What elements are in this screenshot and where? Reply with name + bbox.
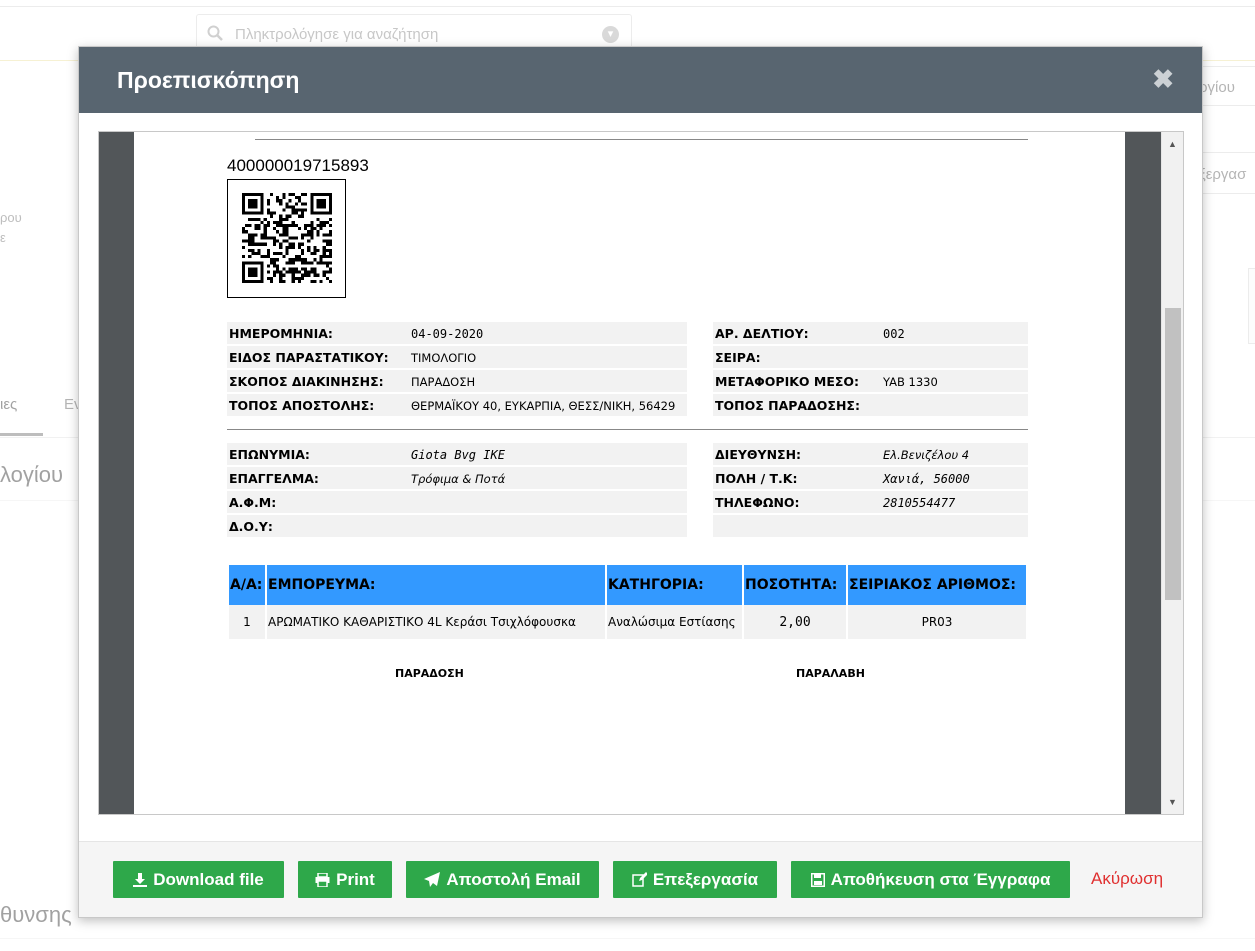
info-row-vehicle: ΜΕΤΑΦΟΡΙΚΟ ΜΕΣΟ: YAB 1330 [713, 370, 1028, 392]
cell-item: ΑΡΩΜΑΤΙΚΟ ΚΑΘΑΡΙΣΤΙΚΟ 4L Κεράσι Τσιχλόφο… [267, 605, 605, 639]
save-to-documents-button[interactable]: Αποθήκευση στα Έγγραφα [791, 861, 1070, 898]
customer-row-name: ΕΠΩΝΥΜΙΑ: Giota Bvg IKE [227, 443, 687, 465]
info-row-destination: ΤΟΠΟΣ ΠΑΡΑΔΟΣΗΣ: [713, 394, 1028, 416]
viewer-margin-right [1125, 132, 1161, 814]
close-icon[interactable]: ✖ [1152, 64, 1174, 95]
send-email-button[interactable]: Αποστολή Email [406, 861, 599, 898]
col-header-serial: ΣΕΙΡΙΑΚΟΣ ΑΡΙΘΜΟΣ: [848, 565, 1026, 605]
cell-quantity: 2,00 [744, 605, 846, 639]
customer-row-tax-office: Δ.Ο.Υ: [227, 515, 687, 537]
edit-button[interactable]: Επεξεργασία [613, 861, 777, 898]
customer-row-vat: Α.Φ.Μ: [227, 491, 687, 513]
print-icon [315, 872, 330, 887]
customer-row-profession: ΕΠΑΓΓΕΛΜΑ: Τρόφιμα & Ποτά [227, 467, 687, 489]
modal-body: 400000019715893 ΗΜΕΡΟΜΗΝΙΑ: 04-09-2020 Ε… [79, 113, 1202, 841]
modal-footer: Download file Print Αποστολή Email Επεξε… [79, 841, 1202, 917]
signature-receipt: ΠΑΡΑΛΑΒΗ [796, 667, 865, 680]
modal-header: Προεπισκόπηση ✖ [79, 47, 1202, 113]
barcode-number: 400000019715893 [227, 156, 369, 175]
print-button[interactable]: Print [298, 861, 392, 898]
cell-category: Αναλώσιμα Εστίασης [607, 605, 742, 639]
pdf-page: 400000019715893 ΗΜΕΡΟΜΗΝΙΑ: 04-09-2020 Ε… [134, 132, 1125, 814]
customer-row-empty [713, 515, 1028, 537]
qr-code [227, 179, 346, 298]
paper-plane-icon [424, 872, 441, 887]
cell-serial: PR03 [848, 605, 1026, 639]
info-row-doc-type: ΕΙΔΟΣ ΠΑΡΑΣΤΑΤΙΚΟΥ: ΤΙΜΟΛΟΓΙΟ [227, 346, 687, 368]
viewer-margin-left [99, 132, 134, 814]
info-row-note-no: ΑΡ. ΔΕΛΤΙΟΥ: 002 [713, 322, 1028, 344]
table-row: 1 ΑΡΩΜΑΤΙΚΟ ΚΑΘΑΡΙΣΤΙΚΟ 4L Κεράσι Τσιχλό… [229, 605, 1026, 639]
col-header-item: ΕΜΠΟΡΕΥΜΑ: [267, 565, 605, 605]
col-header-quantity: ΠΟΣΟΤΗΤΑ: [744, 565, 846, 605]
items-table: Α/Α: ΕΜΠΟΡΕΥΜΑ: ΚΑΤΗΓΟΡΙΑ: ΠΟΣΟΤΗΤΑ: ΣΕΙ… [227, 565, 1028, 639]
signature-delivery: ΠΑΡΑΔΟΣΗ [395, 667, 464, 680]
scroll-down-arrow-icon[interactable]: ▼ [1162, 793, 1183, 811]
customer-row-city: ΠΟΛΗ / Τ.Κ: Χανιά, 56000 [713, 467, 1028, 489]
col-header-category: ΚΑΤΗΓΟΡΙΑ: [607, 565, 742, 605]
document-divider [227, 429, 1028, 430]
col-header-index: Α/Α: [229, 565, 265, 605]
cell-index: 1 [229, 605, 265, 639]
info-row-origin: ΤΟΠΟΣ ΑΠΟΣΤΟΛΗΣ: ΘΕΡΜΑΪΚΟΥ 40, ΕΥΚΑΡΠΙΑ,… [227, 394, 687, 416]
scroll-thumb[interactable] [1165, 308, 1181, 600]
pdf-viewer[interactable]: 400000019715893 ΗΜΕΡΟΜΗΝΙΑ: 04-09-2020 Ε… [98, 131, 1184, 815]
preview-modal: Προεπισκόπηση ✖ 400000019715893 ΗΜΕΡΟΜΗΝ… [78, 46, 1203, 918]
qr-code-icon [242, 193, 332, 283]
edit-icon [632, 872, 647, 887]
table-header-row: Α/Α: ΕΜΠΟΡΕΥΜΑ: ΚΑΤΗΓΟΡΙΑ: ΠΟΣΟΤΗΤΑ: ΣΕΙ… [229, 565, 1026, 605]
cancel-link[interactable]: Ακύρωση [1091, 869, 1163, 889]
info-row-date: ΗΜΕΡΟΜΗΝΙΑ: 04-09-2020 [227, 322, 687, 344]
download-file-button[interactable]: Download file [113, 861, 284, 898]
customer-row-address: ΔΙΕΥΘΥΝΣΗ: Ελ.Βενιζέλου 4 [713, 443, 1028, 465]
info-row-series: ΣΕΙΡΑ: [713, 346, 1028, 368]
floppy-disk-icon [810, 872, 825, 887]
document-top-rule [255, 139, 1028, 140]
info-row-purpose: ΣΚΟΠΟΣ ΔΙΑΚΙΝΗΣΗΣ: ΠΑΡΑΔΟΣΗ [227, 370, 687, 392]
modal-title: Προεπισκόπηση [117, 67, 300, 93]
scroll-up-arrow-icon[interactable]: ▲ [1162, 135, 1183, 153]
viewer-scrollbar[interactable]: ▲ ▼ [1161, 132, 1183, 814]
download-icon [133, 872, 148, 887]
customer-row-phone: ΤΗΛΕΦΩΝΟ: 2810554477 [713, 491, 1028, 513]
